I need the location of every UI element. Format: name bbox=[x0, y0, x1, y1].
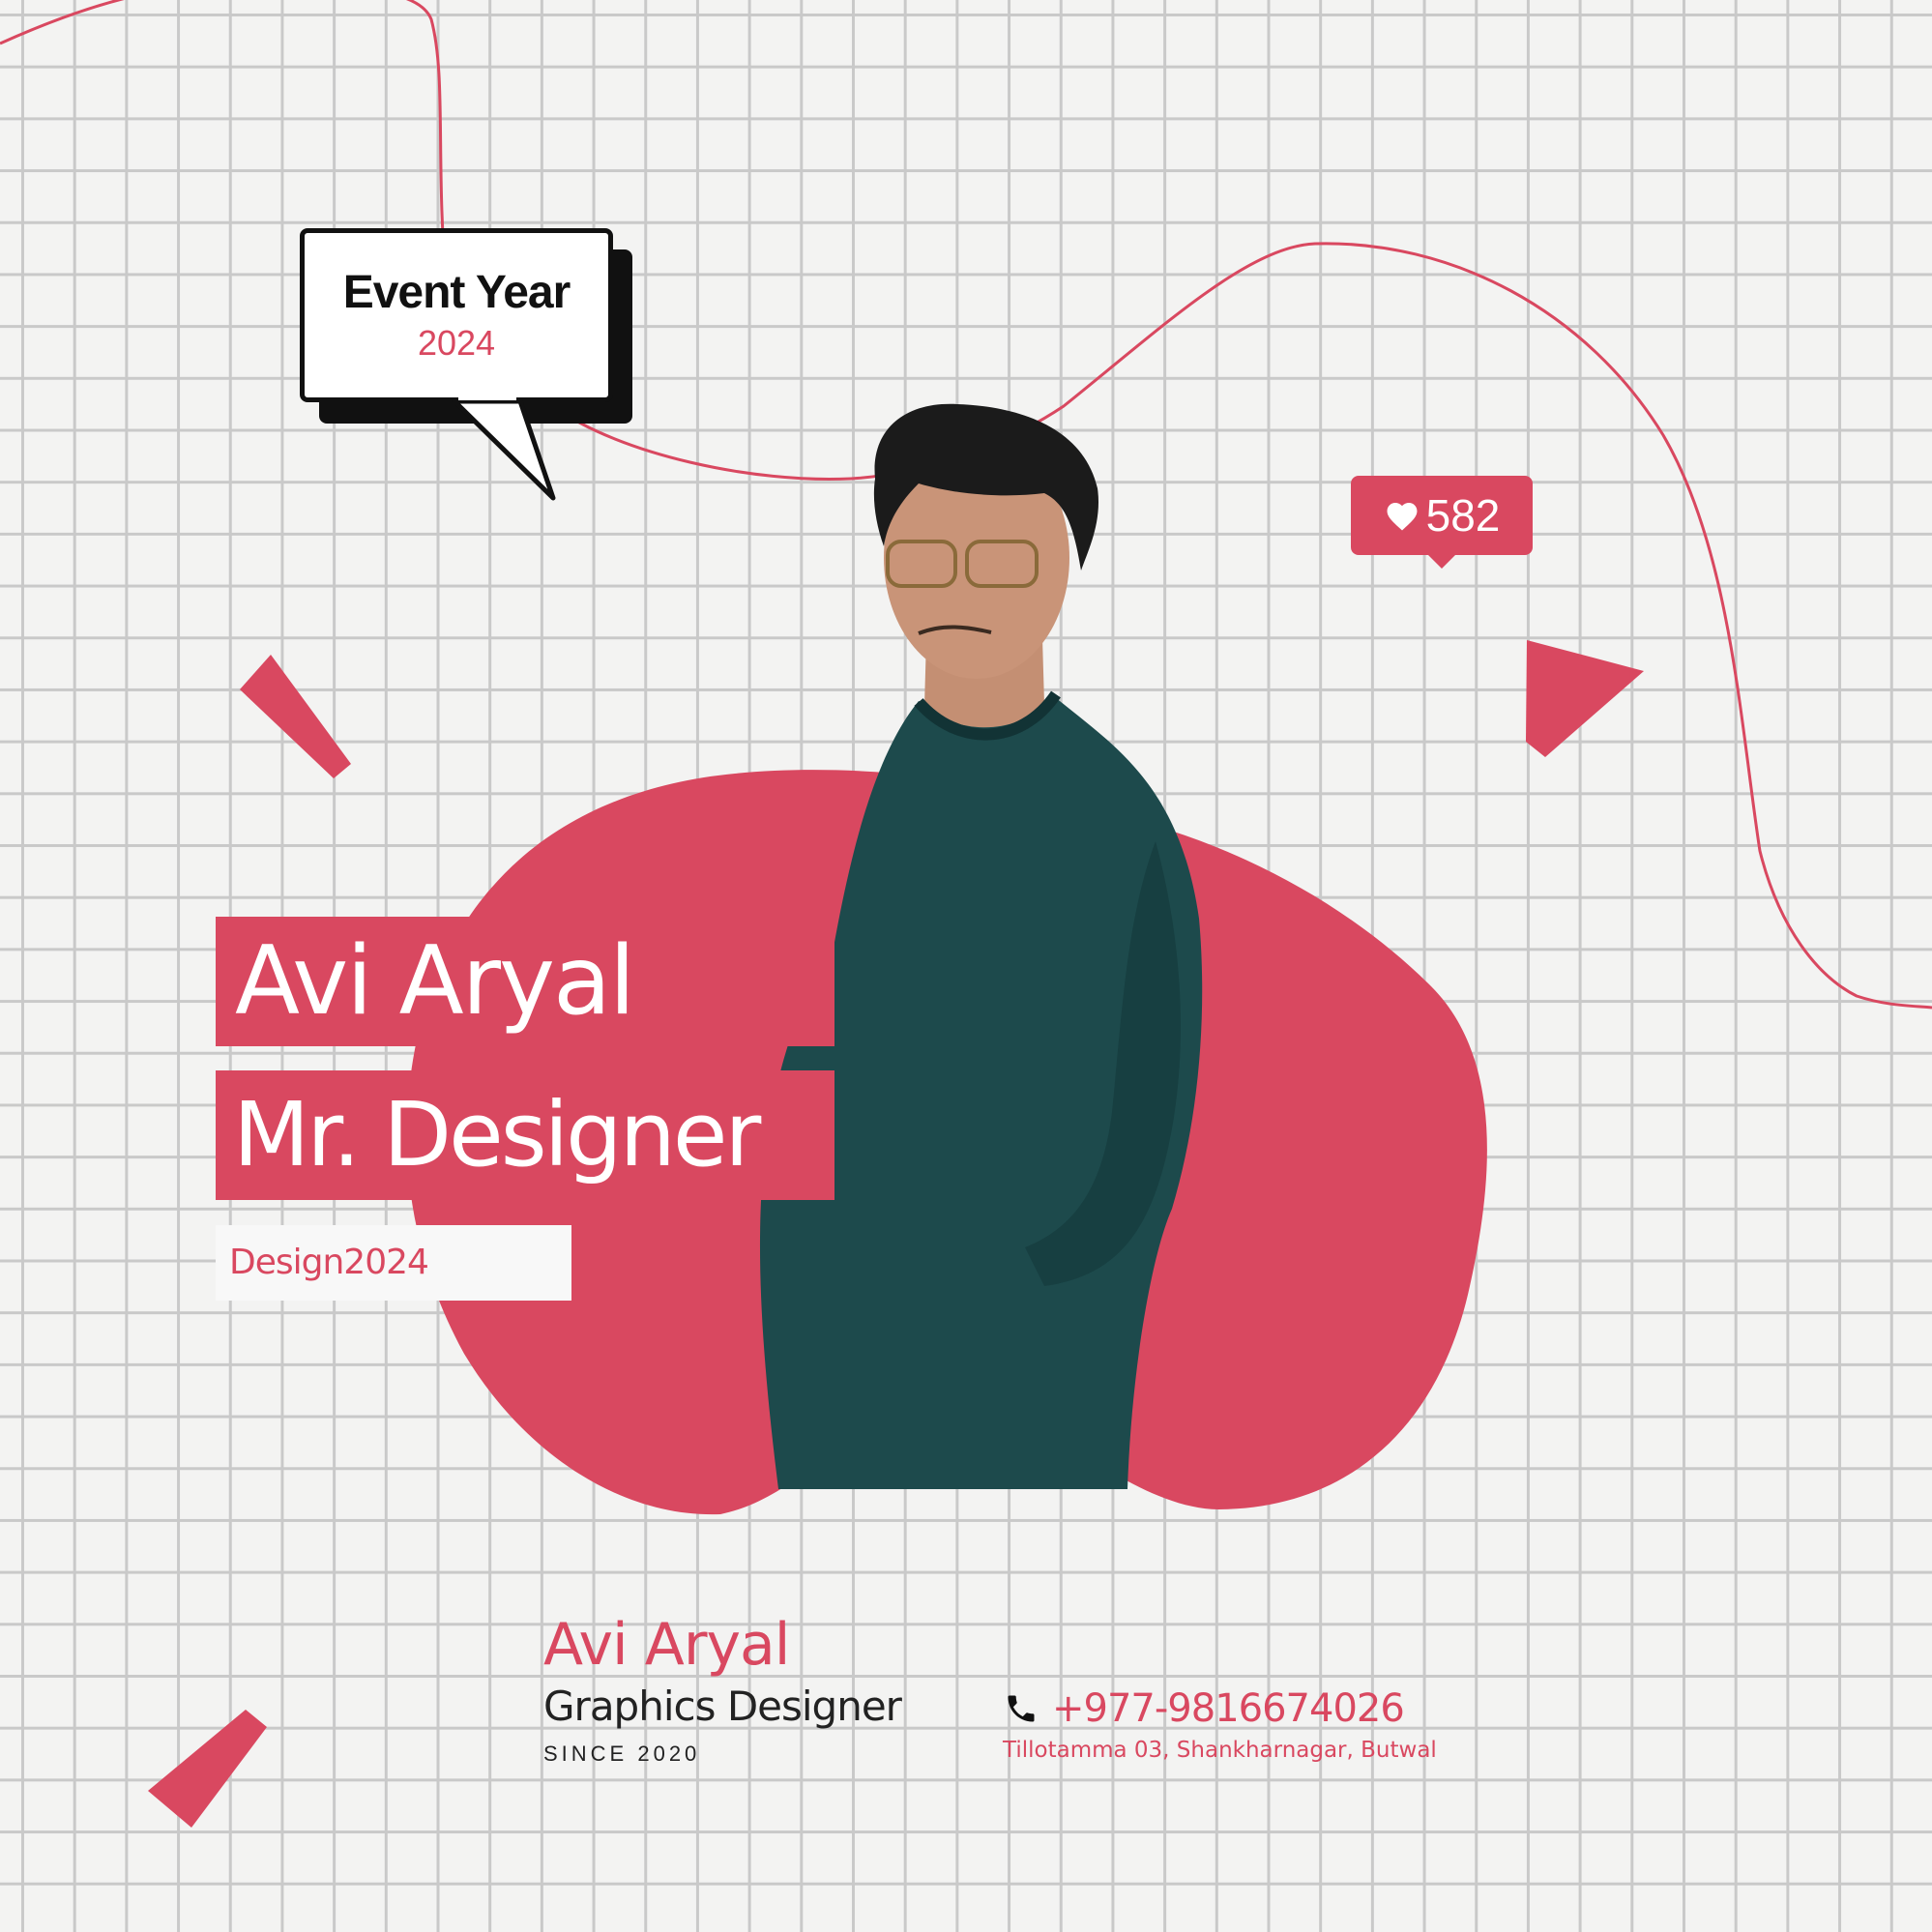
footer-since: SINCE 2020 bbox=[543, 1742, 701, 1766]
profile-poster: Event Year 2024 582 Avi Aryal Mr. Design… bbox=[0, 0, 1932, 1932]
likes-badge: 582 bbox=[1351, 476, 1533, 569]
likes-count: 582 bbox=[1425, 490, 1501, 541]
bubble-tail-shape bbox=[452, 398, 556, 501]
footer-name: Avi Aryal bbox=[543, 1611, 790, 1679]
footer-role: Graphics Designer bbox=[543, 1683, 902, 1730]
heart-icon bbox=[1387, 503, 1418, 531]
bubble-tail-cover bbox=[458, 391, 516, 400]
contact-phone: +977-9816674026 bbox=[1004, 1686, 1405, 1731]
contact-address: Tillotamma 03, Shankharnagar, Butwal bbox=[1003, 1738, 1437, 1763]
phone-icon bbox=[1008, 1695, 1035, 1722]
hero-title: Mr. Designer bbox=[216, 1070, 834, 1200]
phone-number: +977-9816674026 bbox=[1052, 1686, 1405, 1731]
hero-name: Avi Aryal bbox=[216, 917, 834, 1046]
hero-tag: Design2024 bbox=[216, 1225, 571, 1301]
